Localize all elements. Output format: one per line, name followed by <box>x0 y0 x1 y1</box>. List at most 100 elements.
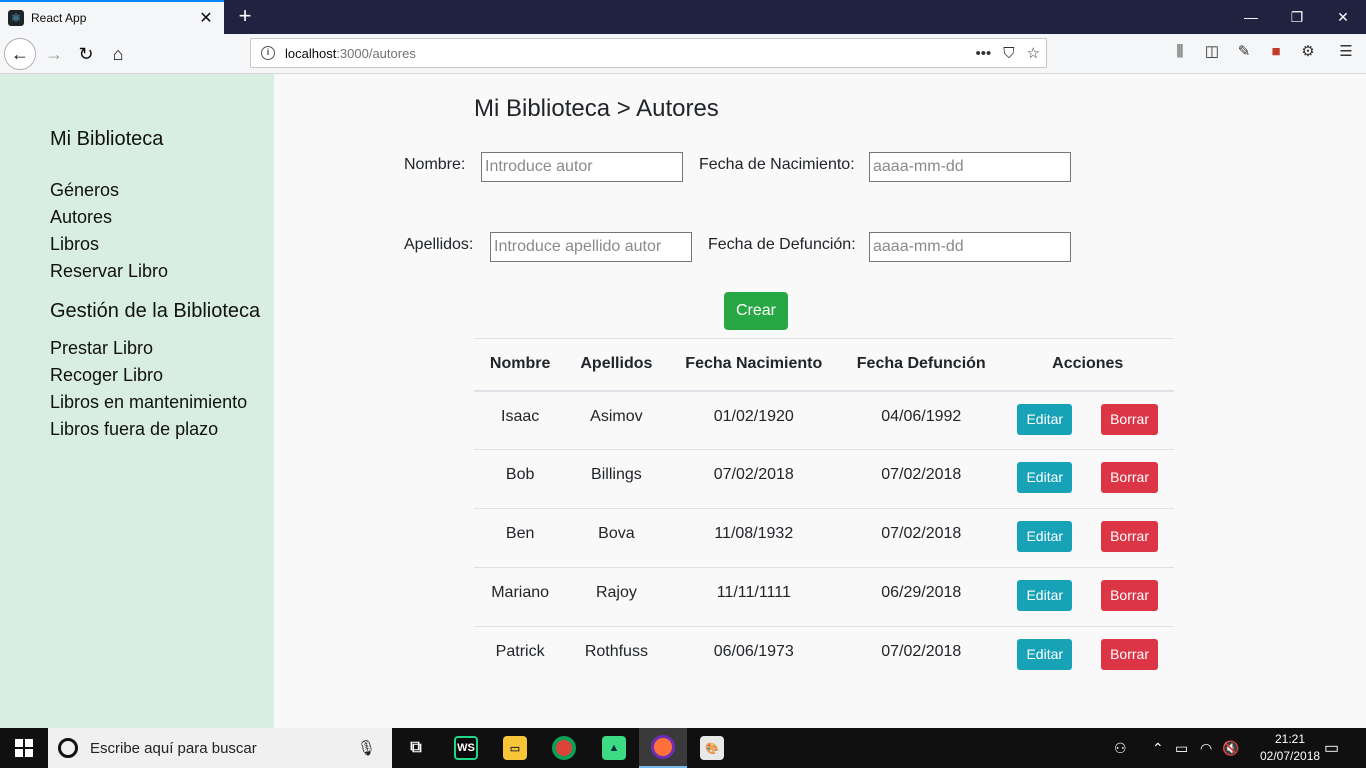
nacimiento-label: Fecha de Nacimiento: <box>699 156 855 173</box>
column-header-nombre: Nombre <box>474 338 567 392</box>
taskbar-clock[interactable]: 21:21 02/07/2018 <box>1260 731 1320 765</box>
chrome-icon[interactable] <box>540 728 588 768</box>
column-header-acciones: Acciones <box>1001 338 1174 392</box>
library-icon[interactable]: ⫼ <box>1170 42 1190 62</box>
sidebar-item-libros-fuera-plazo[interactable]: Libros fuera de plazo <box>50 419 218 440</box>
windows-start-button[interactable] <box>0 728 48 768</box>
column-header-apellidos: Apellidos <box>566 338 667 392</box>
back-arrow-icon[interactable]: ← <box>4 38 36 70</box>
cortana-icon <box>58 738 78 758</box>
webstorm-icon[interactable]: WS <box>442 728 490 768</box>
new-tab-button[interactable]: + <box>232 4 258 30</box>
paint-icon[interactable]: 🎨 <box>688 728 736 768</box>
minimize-button[interactable]: — <box>1228 0 1274 34</box>
sidebar-item-libros[interactable]: Libros <box>50 234 99 255</box>
microphone-icon[interactable]: 🎙 <box>357 739 376 757</box>
sidebar-item-autores[interactable]: Autores <box>50 207 112 228</box>
sidebar: Mi Biblioteca Géneros Autores Libros Res… <box>0 74 274 728</box>
browser-tab[interactable]: ⚛ React App ✕ <box>0 0 224 34</box>
cell-nacimiento: 01/02/1920 <box>713 407 794 425</box>
sidebar-item-prestar-libro[interactable]: Prestar Libro <box>50 338 153 359</box>
table-header-row: Nombre Apellidos Fecha Nacimiento Fecha … <box>474 338 1174 392</box>
delete-button[interactable]: Borrar <box>1101 462 1158 493</box>
taskbar: Escribe aquí para buscar 🎙 ⧉ WS ▭ ▲ 🎨 ⚇ … <box>0 728 1366 768</box>
chevron-up-icon[interactable]: ⌃ <box>1152 728 1164 768</box>
cell-apellidos: Asimov <box>590 407 643 425</box>
cell-apellidos: Bova <box>566 508 667 568</box>
close-tab-icon[interactable]: ✕ <box>198 8 214 28</box>
apellidos-label: Apellidos: <box>404 236 474 253</box>
create-button[interactable]: Crear <box>724 292 788 330</box>
edit-button[interactable]: Editar <box>1017 521 1073 552</box>
pocket-icon[interactable]: ⛉ <box>1003 45 1014 62</box>
tab-title: React App <box>31 11 87 25</box>
cell-apellidos: Rajoy <box>566 567 667 627</box>
table-row: Bob Billings 07/02/2018 07/02/2018 Edita… <box>474 449 1174 509</box>
sidebar-item-generos[interactable]: Géneros <box>50 180 119 201</box>
edit-button[interactable]: Editar <box>1017 462 1073 493</box>
sidebar-brand[interactable]: Mi Biblioteca <box>50 128 163 151</box>
gear-icon[interactable]: ⚙ <box>1298 42 1318 62</box>
menu-icon[interactable]: ☰ <box>1336 42 1356 62</box>
cell-acciones: Editar Borrar <box>1001 508 1174 568</box>
cell-defuncion: 07/02/2018 <box>841 626 1002 686</box>
cell-acciones: Editar Borrar <box>1001 391 1174 450</box>
eyedropper-icon[interactable]: ✎ <box>1234 42 1254 62</box>
home-icon[interactable]: ⌂ <box>102 38 134 70</box>
forward-arrow-icon[interactable]: → <box>38 38 70 70</box>
task-view-icon[interactable]: ⧉ <box>392 728 440 768</box>
cell-defuncion: 07/02/2018 <box>841 508 1002 568</box>
authors-table: Nombre Apellidos Fecha Nacimiento Fecha … <box>474 338 1174 686</box>
table-row: Patrick Rothfuss 06/06/1973 07/02/2018 E… <box>474 626 1174 686</box>
clock-date: 02/07/2018 <box>1260 749 1321 763</box>
browser-navbar: ← → ↻ ⌂ i localhost:3000/autores ••• ⛉ ☆… <box>0 34 1366 74</box>
nacimiento-input[interactable] <box>869 152 1071 182</box>
edit-button[interactable]: Editar <box>1017 403 1073 435</box>
taskbar-search[interactable]: Escribe aquí para buscar 🎙 <box>48 728 392 768</box>
cell-nombre: Isaac <box>501 407 540 425</box>
cell-defuncion: 04/06/1992 <box>881 407 962 425</box>
firefox-icon[interactable] <box>639 728 687 768</box>
table-row: Ben Bova 11/08/1932 07/02/2018 Editar Bor… <box>474 508 1174 568</box>
info-icon[interactable]: i <box>261 46 275 60</box>
bookmark-star-icon[interactable]: ☆ <box>1027 44 1040 62</box>
notifications-icon[interactable]: ▭ <box>1324 728 1339 768</box>
volume-muted-icon[interactable]: 🔇 <box>1222 728 1239 768</box>
cell-acciones: Editar Borrar <box>1001 567 1174 627</box>
url-host: localhost <box>285 45 337 61</box>
table-row: Isaac Asimov 01/02/1920 04/06/1992 Edita… <box>474 391 1174 450</box>
cell-nacimiento: 11/08/1932 <box>666 508 842 568</box>
cell-apellidos: Rothfuss <box>566 626 667 686</box>
url-bar[interactable]: i localhost:3000/autores ••• ⛉ ☆ <box>250 38 1047 68</box>
nombre-input[interactable] <box>481 152 683 182</box>
browser-titlebar: ⚛ React App ✕ + — ❐ ✕ <box>0 0 1366 34</box>
page-actions-icon[interactable]: ••• <box>976 45 992 62</box>
delete-button[interactable]: Borrar <box>1101 403 1158 435</box>
cell-nombre: Bob <box>474 449 567 509</box>
close-window-button[interactable]: ✕ <box>1320 0 1366 34</box>
column-header-defuncion: Fecha Defunción <box>841 338 1002 392</box>
reload-icon[interactable]: ↻ <box>70 38 102 70</box>
url-path: :3000/autores <box>336 45 416 61</box>
wifi-icon[interactable]: ◠ <box>1200 728 1212 768</box>
sidebar-item-libros-mantenimiento[interactable]: Libros en mantenimiento <box>50 392 247 413</box>
nombre-label: Nombre: <box>404 156 466 173</box>
apellidos-input[interactable] <box>490 232 692 262</box>
android-studio-icon[interactable]: ▲ <box>590 728 638 768</box>
sidebar-item-recoger-libro[interactable]: Recoger Libro <box>50 365 163 386</box>
restore-button[interactable]: ❐ <box>1274 0 1320 34</box>
file-explorer-icon[interactable]: ▭ <box>491 728 539 768</box>
sidebar-toggle-icon[interactable]: ◫ <box>1202 42 1222 62</box>
defuncion-input[interactable] <box>869 232 1071 262</box>
delete-button[interactable]: Borrar <box>1101 639 1158 670</box>
people-icon[interactable]: ⚇ <box>1114 728 1127 768</box>
delete-button[interactable]: Borrar <box>1101 580 1158 611</box>
battery-icon[interactable]: ▭ <box>1175 728 1188 768</box>
sidebar-item-reservar-libro[interactable]: Reservar Libro <box>50 261 168 282</box>
react-icon: ⚛ <box>8 10 24 26</box>
delete-button[interactable]: Borrar <box>1101 521 1158 552</box>
extension-icon[interactable]: ■ <box>1266 42 1286 62</box>
edit-button[interactable]: Editar <box>1017 639 1073 670</box>
cell-nacimiento: 06/06/1973 <box>666 626 842 686</box>
edit-button[interactable]: Editar <box>1017 580 1073 611</box>
